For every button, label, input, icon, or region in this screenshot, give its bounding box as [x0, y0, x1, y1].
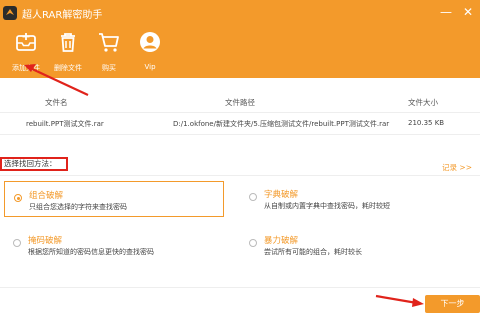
method-desc: 从自制或内置字典中查找密码，耗时较短: [264, 202, 390, 210]
method-title: 组合破解: [29, 191, 64, 201]
method-desc: 只组合您选择的字符来查找密码: [29, 203, 127, 211]
delete-file-label: 删除文件: [54, 64, 82, 72]
file-table-header: 文件名 文件路径 文件大小: [0, 90, 480, 113]
add-file-button[interactable]: 添加文件: [6, 26, 46, 78]
method-section-bar: [0, 153, 480, 176]
column-filesize: 文件大小: [408, 98, 438, 107]
method-section-title: 选择找回方法：: [0, 157, 68, 171]
buy-button[interactable]: 购买: [89, 26, 129, 78]
method-combination[interactable]: 组合破解 只组合您选择的字符来查找密码: [4, 181, 224, 217]
method-brute-force[interactable]: 暴力破解 尝试所有可能的组合，耗时较长: [240, 227, 460, 263]
add-file-label: 添加文件: [12, 64, 40, 72]
column-filepath: 文件路径: [225, 98, 255, 107]
arrow-to-next-button-icon: [375, 294, 424, 307]
delete-file-button[interactable]: 删除文件: [48, 26, 88, 78]
method-desc: 根据您所知道的密码信息更快的查找密码: [28, 248, 154, 256]
app-logo-icon: [3, 6, 17, 20]
window-title: 超人RAR解密助手: [22, 10, 103, 21]
method-title: 字典破解: [264, 190, 299, 200]
title-bar: 超人RAR解密助手 — ✕: [0, 0, 480, 26]
toolbar: 添加文件 删除文件 购买 Vip: [0, 26, 480, 78]
method-title: 掩码破解: [28, 236, 63, 246]
table-row[interactable]: rebuilt.PPT测试文件.rar D:/1.okfone/新建文件夹/5.…: [0, 112, 480, 135]
footer-divider: [0, 287, 480, 288]
minimize-button[interactable]: —: [438, 3, 454, 21]
file-path: D:/1.okfone/新建文件夹/5.压缩包测试文件/rebuilt.PPT测…: [173, 120, 390, 128]
radio-mask[interactable]: [13, 239, 21, 247]
method-title: 暴力破解: [264, 236, 299, 246]
radio-dictionary[interactable]: [249, 193, 257, 201]
vip-button[interactable]: Vip: [130, 26, 170, 78]
trash-icon: [61, 33, 75, 52]
method-desc: 尝试所有可能的组合，耗时较长: [264, 248, 362, 256]
next-button[interactable]: 下一步: [425, 295, 480, 313]
method-dictionary[interactable]: 字典破解 从自制或内置字典中查找密码，耗时较短: [240, 181, 460, 217]
history-link[interactable]: 记录 >>: [442, 162, 472, 173]
file-name: rebuilt.PPT测试文件.rar: [26, 120, 104, 128]
cart-icon: [99, 33, 119, 52]
radio-combination[interactable]: [14, 194, 22, 202]
user-icon: [140, 32, 160, 52]
vip-label: Vip: [144, 63, 156, 71]
add-file-icon: [16, 33, 36, 51]
radio-brute-force[interactable]: [249, 239, 257, 247]
file-size: 210.35 KB: [408, 119, 445, 127]
buy-label: 购买: [102, 64, 116, 72]
column-filename: 文件名: [45, 98, 68, 107]
close-button[interactable]: ✕: [460, 3, 476, 21]
method-mask[interactable]: 掩码破解 根据您所知道的密码信息更快的查找密码: [4, 227, 224, 263]
